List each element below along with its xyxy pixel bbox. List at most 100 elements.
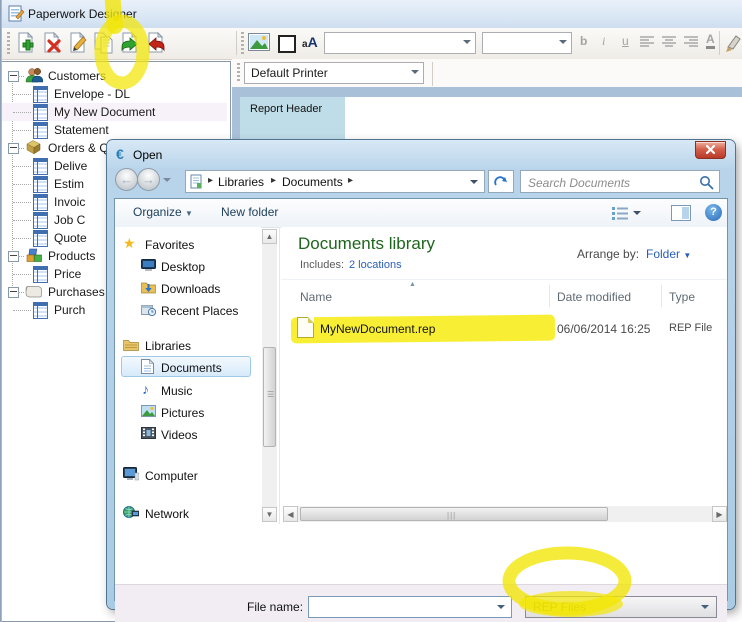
- refresh-button[interactable]: [488, 170, 514, 193]
- breadcrumb-arrow-icon: ▸: [208, 175, 213, 186]
- printer-toolbar-grip[interactable]: [237, 63, 240, 83]
- align-right-icon[interactable]: [684, 36, 699, 49]
- organize-menu[interactable]: Organize ▼: [133, 205, 193, 219]
- tree-item-my-new-document[interactable]: My New Document: [2, 103, 227, 121]
- preview-pane-icon[interactable]: [671, 205, 691, 221]
- help-button[interactable]: ?: [705, 204, 722, 221]
- view-dropdown-icon[interactable]: [633, 211, 641, 215]
- file-type-value: REP Files: [533, 600, 586, 614]
- film-icon: [141, 427, 156, 439]
- column-header-type[interactable]: Type: [669, 290, 695, 304]
- orders-box-icon: [25, 139, 42, 155]
- new-folder-button[interactable]: New folder: [221, 205, 278, 219]
- close-button[interactable]: [695, 141, 726, 159]
- sidebar-item-desktop[interactable]: Desktop: [141, 257, 261, 277]
- sidebar-item-music[interactable]: ♪ Music: [141, 381, 261, 401]
- sidebar-group-favorites[interactable]: ★ Favorites: [123, 235, 261, 255]
- tree-item-customers[interactable]: Customers: [2, 67, 227, 85]
- view-list-icon[interactable]: [611, 206, 629, 220]
- file-name-input[interactable]: [314, 599, 488, 617]
- italic-button[interactable]: i: [602, 34, 605, 49]
- sidebar-item-documents[interactable]: Documents: [141, 358, 261, 378]
- arrange-by-label: Arrange by:: [577, 247, 639, 261]
- delete-document-icon[interactable]: [40, 31, 64, 55]
- sidebar-item-downloads[interactable]: Downloads: [141, 279, 261, 299]
- scrollbar-thumb[interactable]: ☰: [263, 347, 276, 447]
- app-titlebar: Paperwork Designer: [2, 0, 742, 29]
- format-toolbar-grip[interactable]: [241, 32, 244, 54]
- scroll-down-icon[interactable]: ▼: [262, 507, 277, 522]
- sidebar-item-label: Documents: [161, 361, 222, 375]
- recent-pages-dropdown-icon[interactable]: [163, 178, 171, 182]
- includes-locations-link[interactable]: 2 locations: [349, 259, 402, 271]
- sidebar-item-pictures[interactable]: Pictures: [141, 403, 261, 423]
- scroll-right-icon[interactable]: ▶: [712, 506, 727, 522]
- rep-file-icon: [297, 317, 314, 338]
- report-header-band[interactable]: Report Header: [240, 97, 345, 142]
- address-dropdown-icon[interactable]: [470, 180, 478, 184]
- tree-item-statement[interactable]: Statement: [2, 121, 227, 139]
- underline-button[interactable]: u: [622, 34, 629, 48]
- command-bar: Organize ▼ New folder ?: [115, 199, 727, 228]
- address-breadcrumb[interactable]: ▸ Libraries ▸ Documents ▸: [185, 170, 485, 193]
- file-name-cell[interactable]: MyNewDocument.rep: [320, 322, 435, 336]
- report-doc-icon: [33, 158, 48, 175]
- sidebar-group-computer[interactable]: Computer: [123, 466, 261, 486]
- scroll-up-icon[interactable]: ▲: [262, 229, 277, 244]
- tree-item-label: Purchases: [48, 285, 105, 299]
- sidebar-group-network[interactable]: Network: [123, 504, 261, 524]
- tree-item-label: Customers: [48, 69, 106, 83]
- report-doc-icon: [33, 230, 48, 247]
- app-icon: [8, 5, 25, 22]
- sidebar-item-label: Music: [161, 384, 192, 398]
- scroll-left-icon[interactable]: ◀: [283, 506, 298, 522]
- back-button[interactable]: ←: [115, 168, 138, 191]
- open-document-icon[interactable]: [118, 31, 142, 55]
- search-input[interactable]: [526, 173, 695, 192]
- chevron-down-icon[interactable]: [497, 605, 505, 609]
- search-icon[interactable]: [699, 175, 714, 190]
- bold-button[interactable]: b: [580, 34, 587, 48]
- breadcrumb-libraries[interactable]: Libraries: [218, 175, 264, 189]
- file-type-select[interactable]: REP Files: [525, 596, 717, 618]
- sidebar-item-videos[interactable]: Videos: [141, 425, 261, 445]
- horizontal-scrollbar[interactable]: ◀ ▶ |||: [283, 506, 727, 522]
- insert-picture-icon[interactable]: [248, 33, 272, 57]
- column-divider[interactable]: [661, 285, 662, 307]
- font-size-select[interactable]: [482, 32, 572, 54]
- report-doc-icon: [33, 266, 48, 283]
- font-color-button[interactable]: A: [706, 33, 715, 49]
- printer-select[interactable]: Default Printer: [244, 62, 424, 84]
- font-icon[interactable]: aA: [302, 34, 318, 50]
- report-doc-icon: [33, 176, 48, 193]
- forward-button[interactable]: →: [137, 168, 160, 191]
- align-left-icon[interactable]: [640, 36, 655, 49]
- toolbar-grip[interactable]: [7, 32, 10, 54]
- new-document-icon[interactable]: [14, 31, 38, 55]
- import-document-icon[interactable]: [144, 31, 168, 55]
- printer-select-value: Default Printer: [251, 66, 328, 80]
- sidebar-group-libraries[interactable]: Libraries: [123, 336, 261, 356]
- edit-document-icon[interactable]: [66, 31, 90, 55]
- align-center-icon[interactable]: [662, 36, 677, 49]
- column-divider[interactable]: [549, 285, 550, 307]
- arrange-by-value[interactable]: Folder ▼: [646, 247, 691, 261]
- column-header-date-modified[interactable]: Date modified: [557, 290, 631, 304]
- breadcrumb-documents[interactable]: Documents: [282, 175, 343, 189]
- tree-item-label: My New Document: [54, 105, 155, 119]
- sidebar-item-recent-places[interactable]: Recent Places: [141, 301, 261, 321]
- music-note-icon: ♪: [142, 381, 149, 397]
- column-header-name[interactable]: Name: [300, 290, 332, 304]
- scrollbar-thumb[interactable]: |||: [300, 507, 608, 521]
- format-painter-icon[interactable]: [724, 33, 742, 53]
- file-name-combobox: [308, 596, 512, 618]
- tree-item-envelope-dl[interactable]: Envelope - DL: [2, 85, 227, 103]
- sidebar-scrollbar[interactable]: ▲ ▼ ☰: [262, 229, 277, 522]
- report-doc-icon: [33, 212, 48, 229]
- copy-document-icon[interactable]: [92, 31, 116, 55]
- tree-item-label: Orders & Q: [48, 141, 109, 155]
- toolbar-separator: [432, 62, 433, 86]
- font-family-select[interactable]: [324, 32, 476, 54]
- recent-places-icon: [141, 303, 156, 316]
- insert-box-icon[interactable]: [278, 35, 296, 53]
